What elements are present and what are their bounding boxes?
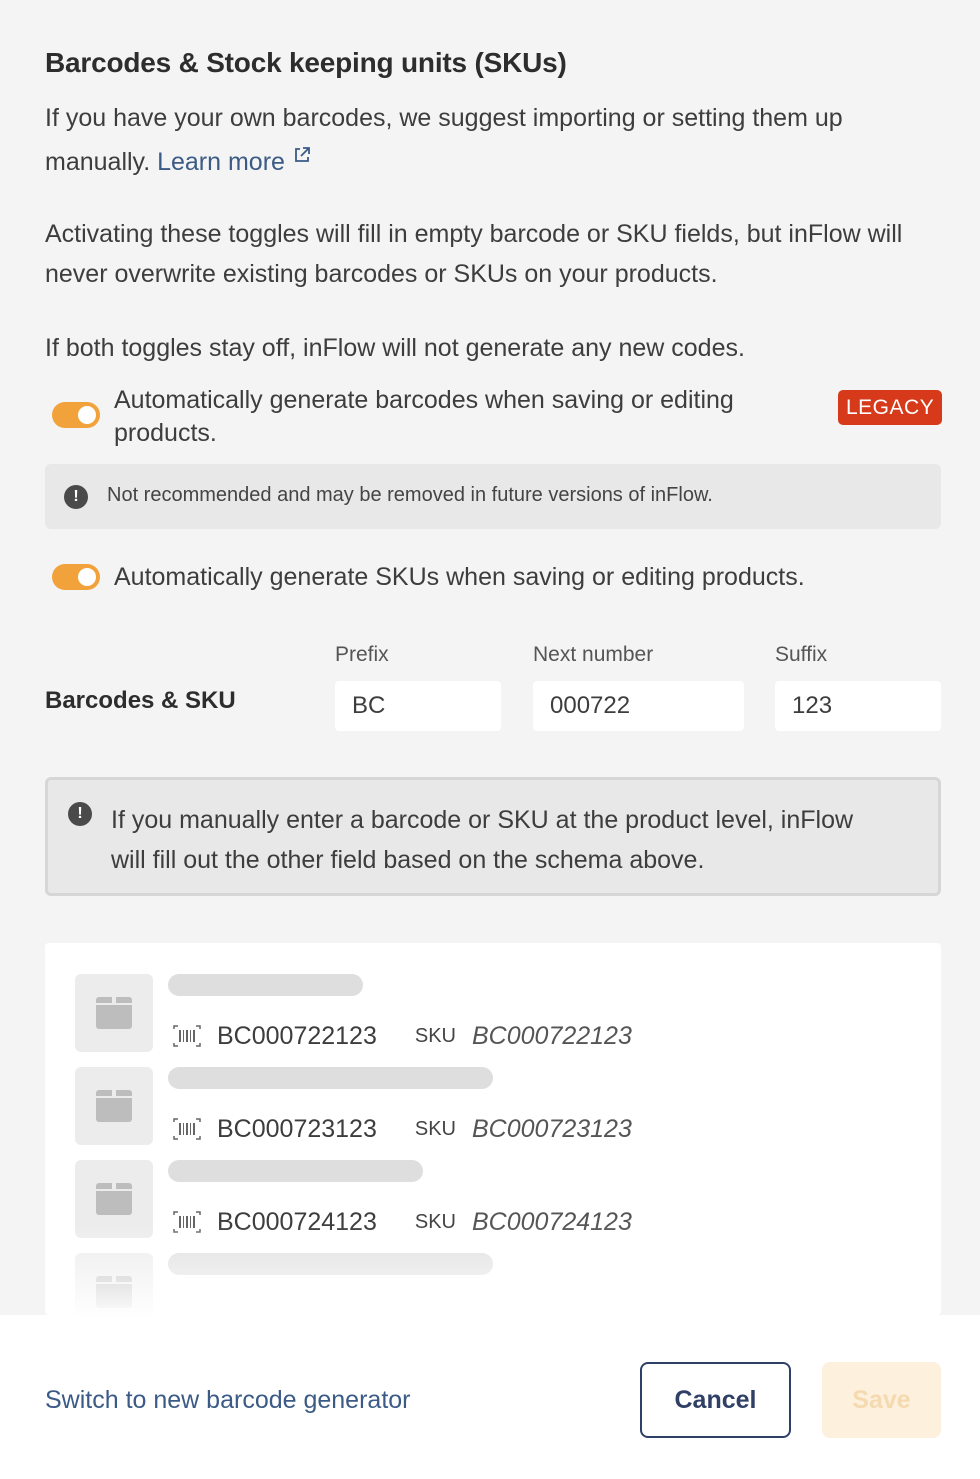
- legacy-badge: LEGACY: [838, 390, 943, 425]
- barcode-value: BC000723123: [217, 1114, 377, 1143]
- barcode-icon: [173, 1118, 201, 1140]
- box-icon: [96, 997, 132, 1029]
- code-line: BC000722123 SKU BC000722123: [173, 1018, 632, 1054]
- prefix-label: Prefix: [335, 643, 389, 666]
- code-line: BC000723123 SKU BC000723123: [173, 1111, 632, 1147]
- next-number-input[interactable]: [533, 681, 744, 731]
- switch-generator-link[interactable]: Switch to new barcode generator: [45, 1386, 411, 1415]
- legacy-warning-note: ! Not recommended and may be removed in …: [45, 464, 941, 529]
- name-placeholder: [168, 1160, 423, 1182]
- barcode-toggle-label: Automatically generate barcodes when sav…: [114, 386, 734, 447]
- toggles-explanation: Activating these toggles will fill in em…: [45, 220, 903, 288]
- intro-paragraph: If you have your own barcodes, we sugges…: [45, 96, 925, 184]
- barcode-icon: [173, 1025, 201, 1047]
- both-off-explanation: If both toggles stay off, inFlow will no…: [45, 334, 745, 362]
- name-placeholder: [168, 1067, 493, 1089]
- save-button[interactable]: Save: [822, 1362, 941, 1438]
- exclamation-icon: !: [64, 485, 88, 509]
- sku-tag: SKU: [414, 1117, 456, 1140]
- name-placeholder: [168, 974, 363, 996]
- toggle-knob: [78, 406, 96, 424]
- manual-entry-text: If you manually enter a barcode or SKU a…: [111, 806, 854, 874]
- barcode-preview-list: BC000722123 SKU BC000722123 BC000723123 …: [45, 943, 941, 1315]
- suffix-label: Suffix: [775, 643, 828, 666]
- box-icon: [96, 1090, 132, 1122]
- legacy-warning-text: Not recommended and may be removed in fu…: [107, 484, 713, 506]
- next-number-label: Next number: [533, 643, 654, 666]
- learn-more-link[interactable]: Learn more: [157, 147, 311, 176]
- external-link-icon: [295, 147, 310, 162]
- sku-value: BC000722123: [472, 1021, 632, 1050]
- sku-generate-toggle[interactable]: [52, 564, 100, 590]
- toggle-knob: [78, 568, 96, 586]
- manual-entry-note: ! If you manually enter a barcode or SKU…: [45, 777, 941, 896]
- barcode-value: BC000722123: [217, 1021, 377, 1050]
- product-thumbnail: [75, 974, 153, 1052]
- product-thumbnail: [75, 1067, 153, 1145]
- learn-more-label: Learn more: [157, 148, 285, 176]
- sku-value: BC000723123: [472, 1114, 632, 1143]
- box-icon: [96, 1183, 132, 1215]
- barcode-generate-toggle[interactable]: [52, 402, 100, 428]
- prefix-input[interactable]: [335, 681, 501, 731]
- list-item: BC000723123 SKU BC000723123: [75, 1067, 915, 1145]
- dialog-footer: Switch to new barcode generator Cancel S…: [0, 1315, 980, 1479]
- list-fade-overlay: [45, 1225, 941, 1315]
- section-title: Barcodes & Stock keeping units (SKUs): [45, 47, 567, 78]
- sku-toggle-label: Automatically generate SKUs when saving …: [114, 563, 805, 591]
- suffix-input[interactable]: [775, 681, 941, 731]
- list-item: BC000722123 SKU BC000722123: [75, 974, 915, 1052]
- schema-row-label: Barcodes & SKU: [45, 687, 236, 714]
- cancel-button[interactable]: Cancel: [640, 1362, 791, 1438]
- exclamation-icon: !: [68, 802, 92, 826]
- sku-tag: SKU: [414, 1024, 456, 1047]
